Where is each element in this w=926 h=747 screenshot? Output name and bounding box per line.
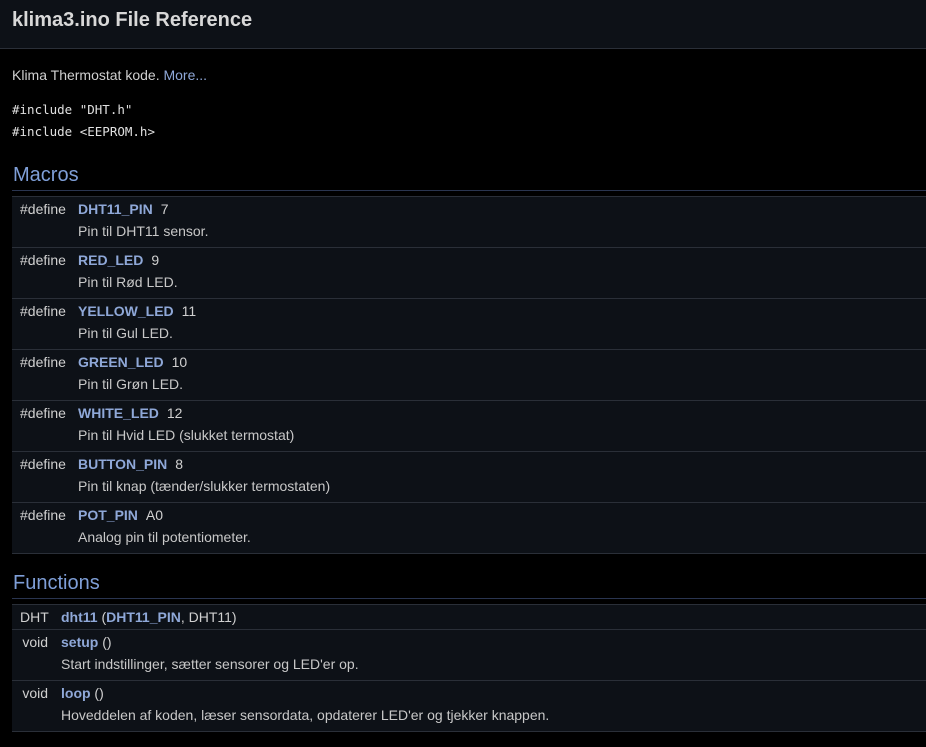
function-description: Hoveddelen af koden, læser sensordata, o…: [61, 707, 550, 723]
macro-description: Pin til Grøn LED.: [78, 376, 184, 392]
macro-row: #define WHITE_LED 12 Pin til Hvid LED (sl…: [12, 401, 926, 452]
macro-description: Pin til Rød LED.: [78, 274, 178, 290]
macro-row: #define YELLOW_LED 11 Pin til Gul LED.: [12, 299, 926, 350]
return-type: void: [22, 634, 48, 650]
macro-name-link[interactable]: WHITE_LED: [78, 405, 159, 421]
functions-table: DHT dht11 (DHT11_PIN, DHT11) void setup …: [12, 604, 926, 732]
page-content: Klima Thermostat kode. More... #include …: [0, 66, 926, 732]
macro-name-link[interactable]: POT_PIN: [78, 507, 138, 523]
macro-description: Pin til knap (tænder/slukker termostaten…: [78, 478, 331, 494]
page-header: klima3.ino File Reference: [0, 0, 926, 49]
macro-row: #define POT_PIN A0 Analog pin til potenti…: [12, 503, 926, 554]
include-line: #include <EEPROM.h>: [12, 124, 155, 139]
macro-value: 9: [151, 252, 160, 268]
macro-value: 8: [175, 456, 183, 472]
brief-text: Klima Thermostat kode.: [12, 67, 160, 83]
function-row-dht11: DHT dht11 (DHT11_PIN, DHT11): [12, 605, 926, 630]
function-args: (): [90, 685, 104, 701]
macro-name-link[interactable]: GREEN_LED: [78, 354, 164, 370]
includes-block: #include "DHT.h" #include <EEPROM.h>: [12, 99, 926, 143]
define-keyword: #define: [20, 252, 66, 268]
macro-description: Pin til DHT11 sensor.: [78, 223, 209, 239]
define-keyword: #define: [20, 303, 66, 319]
macro-value: 11: [181, 303, 197, 319]
macros-section-title: Macros: [12, 162, 926, 191]
macro-value: 12: [166, 405, 183, 421]
macro-value: 7: [160, 201, 169, 217]
return-type: void: [22, 685, 48, 701]
macro-row: #define BUTTON_PIN 8 Pin til knap (tænder…: [12, 452, 926, 503]
return-type: DHT: [20, 609, 49, 625]
macro-row: #define GREEN_LED 10 Pin til Grøn LED.: [12, 350, 926, 401]
macro-description: Pin til Gul LED.: [78, 325, 173, 341]
macros-table: #define DHT11_PIN 7 Pin til DHT11 sensor.…: [12, 196, 926, 554]
define-keyword: #define: [20, 507, 66, 523]
function-args: (): [98, 634, 112, 650]
function-name-link[interactable]: setup: [61, 634, 98, 650]
macro-name-link[interactable]: BUTTON_PIN: [78, 456, 167, 472]
function-description: Start indstillinger, sætter sensorer og …: [61, 656, 359, 672]
function-row-setup: void setup () Start indstillinger, sætte…: [12, 630, 926, 681]
macro-value: A0: [145, 507, 164, 523]
more-link[interactable]: More...: [163, 67, 207, 83]
macro-ref-link[interactable]: DHT11_PIN: [106, 609, 181, 625]
include-line: #include "DHT.h": [12, 102, 133, 117]
define-keyword: #define: [20, 354, 66, 370]
macro-description: Pin til Hvid LED (slukket termostat): [78, 427, 295, 443]
functions-section-title: Functions: [12, 570, 926, 599]
page-title: klima3.ino File Reference: [12, 9, 253, 31]
macro-row: #define RED_LED 9 Pin til Rød LED.: [12, 248, 926, 299]
function-args-rest: , DHT11): [180, 609, 237, 625]
function-name-link[interactable]: dht11: [61, 609, 98, 625]
macro-name-link[interactable]: DHT11_PIN: [78, 201, 153, 217]
function-name-link[interactable]: loop: [61, 685, 91, 701]
macro-value: 10: [171, 354, 188, 370]
brief-description: Klima Thermostat kode. More...: [12, 66, 926, 84]
function-row-loop: void loop () Hoveddelen af koden, læser …: [12, 681, 926, 732]
macro-name-link[interactable]: YELLOW_LED: [78, 303, 174, 319]
define-keyword: #define: [20, 201, 66, 217]
function-args-open: (: [97, 609, 107, 625]
macro-name-link[interactable]: RED_LED: [78, 252, 143, 268]
define-keyword: #define: [20, 456, 66, 472]
macro-description: Analog pin til potentiometer.: [78, 529, 251, 545]
macro-row: #define DHT11_PIN 7 Pin til DHT11 sensor.: [12, 197, 926, 248]
define-keyword: #define: [20, 405, 66, 421]
